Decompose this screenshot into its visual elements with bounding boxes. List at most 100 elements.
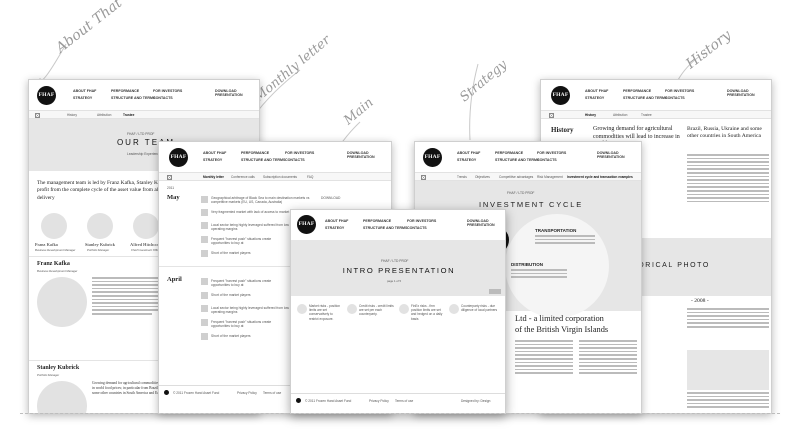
logo[interactable]: FHAF <box>297 215 316 234</box>
footer-privacy[interactable]: Privacy Policy <box>237 391 257 395</box>
april-item-2[interactable]: Short of the market players <box>211 293 291 297</box>
nav-performance[interactable]: PERFORMANCE <box>623 89 651 93</box>
team-role-kubrick: Portfolio Manager <box>87 248 110 252</box>
nav-structure[interactable]: STRUCTURE AND TERMS <box>623 96 667 100</box>
nav-presentation[interactable]: PRESENTATION <box>727 93 755 97</box>
subnav-trustee[interactable]: Trustee <box>641 113 652 117</box>
may-item-4-icon <box>201 236 208 243</box>
nav-strategy[interactable]: STRATEGY <box>585 96 604 100</box>
intro-more-button[interactable] <box>489 289 501 294</box>
strategy-heading-1: Ltd - a limited corporation <box>515 314 604 323</box>
month-may: May <box>167 194 180 201</box>
about-header: FHAF ABOUT FHAF STRATEGY PERFORMANCE STR… <box>29 80 259 110</box>
may-item-5[interactable]: Short of the market players <box>211 251 291 255</box>
april-item-3[interactable]: Local sector being highly leveraged suff… <box>211 306 291 314</box>
nav-presentation[interactable]: PRESENTATION <box>347 155 375 159</box>
download-link[interactable]: DOWNLOAD <box>321 196 340 200</box>
nav-presentation[interactable]: PRESENTATION <box>597 155 625 159</box>
nav-about[interactable]: ABOUT FHAF <box>73 89 96 93</box>
label-monthly-letter: Monthly letter <box>251 32 334 106</box>
nav-presentation[interactable]: PRESENTATION <box>467 223 495 227</box>
nav-contacts[interactable]: CONTACTS <box>537 158 557 162</box>
subnav-subscription[interactable]: Subscription documents <box>263 175 297 179</box>
nav-structure[interactable]: STRUCTURE AND TERMS <box>363 226 407 230</box>
april-item-5[interactable]: Short of the market players <box>211 334 291 338</box>
intro-tagline: FHAF / LTD PROF <box>381 259 409 263</box>
strategy-text-b <box>579 340 637 376</box>
subnav-risk[interactable]: Risk Management <box>537 175 563 179</box>
logo[interactable]: FHAF <box>551 86 570 105</box>
history-title: History <box>551 126 574 134</box>
nav-presentation[interactable]: PRESENTATION <box>215 93 243 97</box>
nav-contacts[interactable]: CONTACTS <box>153 96 173 100</box>
nav-strategy[interactable]: STRATEGY <box>457 158 476 162</box>
year-selector[interactable]: 2011 <box>167 186 174 190</box>
subnav-history[interactable]: History <box>585 113 596 117</box>
floor-line <box>20 413 780 414</box>
may-item-1[interactable]: Geographical arbitrage of Black Sea to m… <box>211 196 321 204</box>
nav-structure[interactable]: STRUCTURE AND TERMS <box>111 96 155 100</box>
label-history: History <box>683 27 735 73</box>
nav-about[interactable]: ABOUT FHAF <box>203 151 226 155</box>
nav-strategy[interactable]: STRATEGY <box>325 226 344 230</box>
footer-privacy[interactable]: Privacy Policy <box>369 399 389 403</box>
nav-investors[interactable]: FOR INVESTORS <box>285 151 314 155</box>
strategy-subnav: Trends Objectives Competitive advantages… <box>415 172 641 181</box>
nav-investors[interactable]: FOR INVESTORS <box>407 219 436 223</box>
footer-designed-by[interactable]: Designed by: Design <box>461 399 490 403</box>
may-item-3[interactable]: Local sector being highly leveraged suff… <box>211 223 291 231</box>
subnav-attribution[interactable]: Attribution <box>97 113 111 117</box>
nav-about[interactable]: ABOUT FHAF <box>457 151 480 155</box>
nav-performance[interactable]: PERFORMANCE <box>111 89 139 93</box>
nav-strategy[interactable]: STRATEGY <box>203 158 222 162</box>
history-subnav: History Attribution Trustee <box>541 110 771 119</box>
history-photo-2 <box>687 350 769 390</box>
april-item-4[interactable]: Frequent "harvest push" situations creat… <box>211 320 291 328</box>
nav-investors[interactable]: FOR INVESTORS <box>665 89 694 93</box>
nav-contacts[interactable]: CONTACTS <box>285 158 305 162</box>
nav-performance[interactable]: PERFORMANCE <box>495 151 523 155</box>
nav-investors[interactable]: FOR INVESTORS <box>153 89 182 93</box>
label-strategy: Strategy <box>457 57 511 106</box>
may-item-4[interactable]: Frequent "harvest push" situations creat… <box>211 237 291 245</box>
close-icon[interactable] <box>421 174 426 180</box>
footer-terms[interactable]: Terms of use <box>395 399 413 403</box>
april-item-1[interactable]: Frequent "harvest push" situations creat… <box>211 279 291 287</box>
subnav-advantages[interactable]: Competitive advantages <box>499 175 533 179</box>
nav-about[interactable]: ABOUT FHAF <box>585 89 608 93</box>
subnav-objectives[interactable]: Objectives <box>475 175 490 179</box>
nav-structure[interactable]: STRUCTURE AND TERMS <box>495 158 539 162</box>
close-icon[interactable] <box>35 112 40 118</box>
close-icon[interactable] <box>167 174 172 180</box>
subnav-faq[interactable]: FAQ <box>307 175 313 179</box>
subnav-trends[interactable]: Trends <box>457 175 467 179</box>
logo[interactable]: FHAF <box>169 148 188 167</box>
bio-photo-kafka <box>37 277 87 327</box>
logo[interactable]: FHAF <box>423 148 442 167</box>
logo[interactable]: FHAF <box>37 86 56 105</box>
strategy-header: FHAF ABOUT FHAF STRATEGY PERFORMANCE STR… <box>415 142 641 172</box>
nav-contacts[interactable]: CONTACTS <box>665 96 685 100</box>
subnav-trustee[interactable]: Trustee <box>123 113 134 117</box>
nav-about[interactable]: ABOUT FHAF <box>325 219 348 223</box>
subnav-conference-calls[interactable]: Conference calls <box>231 175 255 179</box>
nav-strategy[interactable]: STRATEGY <box>73 96 92 100</box>
nav-investors[interactable]: FOR INVESTORS <box>537 151 566 155</box>
subnav-investment-cycle[interactable]: Investment cycle and transaction example… <box>567 175 633 179</box>
team-name-kafka: Franz Kafka <box>35 242 58 247</box>
history-year: - 2008 - <box>691 298 709 304</box>
footer-terms[interactable]: Terms of use <box>263 391 281 395</box>
nav-structure[interactable]: STRUCTURE AND TERMS <box>241 158 285 162</box>
nav-performance[interactable]: PERFORMANCE <box>241 151 269 155</box>
subnav-attribution[interactable]: Attribution <box>613 113 627 117</box>
subnav-history[interactable]: History <box>67 113 77 117</box>
intro-subtitle: page 1 of 5 <box>387 279 401 283</box>
subnav-monthly-letter[interactable]: Monthly letter <box>203 175 224 179</box>
history-text-side <box>687 154 769 204</box>
nav-performance[interactable]: PERFORMANCE <box>363 219 391 223</box>
april-item-2-icon <box>201 292 208 299</box>
close-icon[interactable] <box>549 112 554 118</box>
nav-contacts[interactable]: CONTACTS <box>407 226 427 230</box>
intro-title: INTRO PRESENTATION <box>342 266 456 275</box>
april-item-1-icon <box>201 278 208 285</box>
